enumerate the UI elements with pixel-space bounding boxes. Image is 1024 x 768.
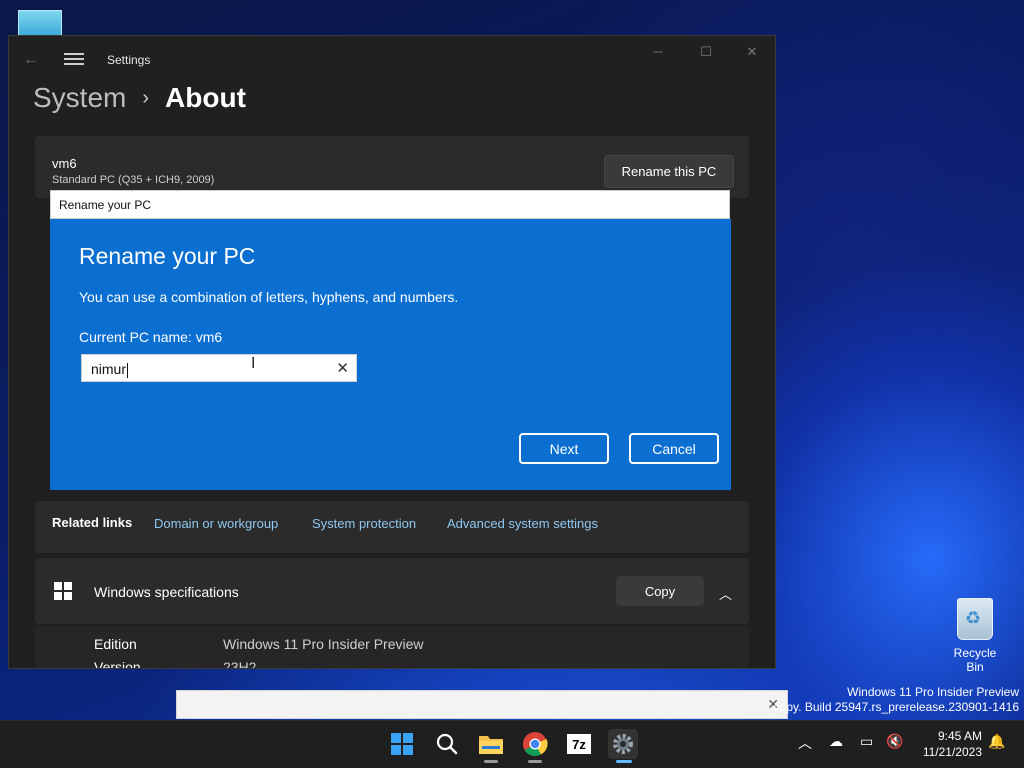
device-model: Standard PC (Q35 + ICH9, 2009) [52,174,215,186]
search-icon[interactable] [432,729,462,759]
desktop-shortcut-icon[interactable] [18,10,62,38]
maximize-icon[interactable]: ☐ [691,44,721,64]
watermark-build: copy. Build 25947.rs_prerelease.230901-1… [773,700,1019,714]
onedrive-cloud-icon[interactable]: ☁ [829,733,843,750]
window-title: Settings [107,53,151,67]
start-icon[interactable] [387,729,417,759]
device-name: vm6 [52,156,77,171]
chevron-up-icon[interactable]: ︿ [719,584,732,603]
recycle-bin[interactable]: Recycle Bin [944,598,1006,674]
rename-this-pc-button[interactable]: Rename this PC [604,155,734,188]
clock-time: 9:45 AM [937,729,982,743]
link-advanced-system-settings[interactable]: Advanced system settings [447,516,598,531]
text-caret [127,362,129,378]
rename-dialog-titlebar[interactable]: Rename your PC [50,190,730,219]
system-clock[interactable]: 9:45 AM 11/21/2023 [918,728,982,760]
clear-input-icon[interactable]: ✕ [336,359,349,377]
taskbar: 7z ︿ ☁ ▭ 🔇 9:45 AM 11/21/2023 🔔 [0,720,1024,768]
windows-logo-icon [54,582,72,600]
minimize-icon[interactable]: ─ [643,44,673,64]
related-links-label: Related links [52,515,133,530]
show-hidden-icons-chevron-icon[interactable]: ︿ [798,733,812,753]
spec-label-edition: Edition [94,636,137,652]
hamburger-menu-icon[interactable] [64,50,84,68]
network-icon[interactable]: ▭ [860,733,873,750]
recycle-bin-icon [957,598,993,640]
7zip-icon[interactable]: 7z [564,729,594,759]
spec-value-version: 23H2 [223,659,257,669]
link-domain-or-workgroup[interactable]: Domain or workgroup [154,516,278,531]
new-pc-name-value: nimur [91,361,129,378]
current-pc-name: Current PC name: vm6 [79,329,223,345]
build-watermark: Windows 11 Pro Insider Preview copy. Bui… [774,685,1019,715]
link-system-protection[interactable]: System protection [312,516,416,531]
breadcrumb: System › About [33,82,246,114]
rename-dialog: Rename your PC You can use a combination… [50,219,731,490]
notification-bar[interactable]: ✕ [176,690,788,719]
spec-value-edition: Windows 11 Pro Insider Preview [223,636,424,652]
dialog-description: You can use a combination of letters, hy… [79,289,459,305]
new-pc-name-input[interactable]: nimur ✕ [81,354,357,382]
clock-date: 11/21/2023 [922,745,982,759]
recycle-bin-label: Recycle Bin [953,646,997,674]
file-explorer-icon[interactable] [476,729,506,763]
next-button[interactable]: Next [519,433,609,464]
notification-bell-icon[interactable]: 🔔 [988,733,1005,750]
volume-muted-icon[interactable]: 🔇 [886,733,903,750]
back-arrow-icon[interactable]: ← [23,51,43,69]
rename-dialog-window-title: Rename your PC [59,198,152,212]
cancel-button[interactable]: Cancel [629,433,719,464]
settings-icon[interactable] [608,729,638,763]
breadcrumb-system[interactable]: System [33,82,126,114]
spec-label-version: Version [94,659,141,669]
chrome-icon[interactable] [520,729,550,763]
title-bar[interactable]: ← Settings ─ ☐ ✕ [9,36,775,84]
windows-specifications-title: Windows specifications [94,584,239,600]
watermark-edition: Windows 11 Pro Insider Preview [847,685,1019,699]
dialog-heading: Rename your PC [79,243,256,269]
close-icon[interactable]: ✕ [737,44,767,64]
page-title: About [165,82,246,113]
chevron-right-icon: › [142,86,150,109]
copy-button[interactable]: Copy [616,576,704,606]
ibeam-cursor-icon: I [251,355,256,372]
